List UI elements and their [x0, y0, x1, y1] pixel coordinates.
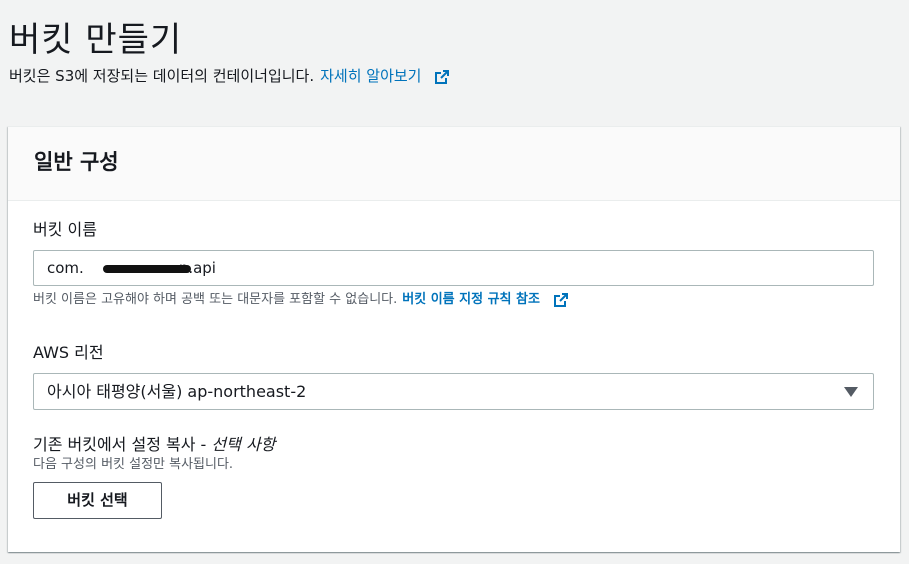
region-label: AWS 리전: [33, 343, 104, 362]
copy-settings-field: 기존 버킷에서 설정 복사 - 선택 사항 다음 구성의 버킷 설정만 복사됩니…: [33, 434, 874, 519]
bucket-naming-rules-link[interactable]: 버킷 이름 지정 규칙 참조: [402, 291, 568, 309]
region-select[interactable]: 아시아 태평양(서울) ap-northeast-2: [33, 373, 874, 410]
external-link-icon: [434, 69, 450, 85]
optional-tag: 선택 사항: [211, 435, 276, 454]
copy-settings-hint: 다음 구성의 버킷 설정만 복사됩니다.: [33, 457, 234, 472]
bucket-naming-rules-label: 버킷 이름 지정 규칙 참조: [402, 292, 540, 307]
page-header: 버킷 만들기 버킷은 S3에 저장되는 데이터의 컨테이너입니다. 자세히 알아…: [9, 18, 450, 86]
bucket-name-input[interactable]: com. n.api: [33, 250, 874, 286]
dropdown-caret-icon: [844, 387, 858, 397]
bucket-name-label: 버킷 이름: [33, 220, 97, 239]
bucket-name-hint-text: 버킷 이름은 고유해야 하며 공백 또는 대문자를 포함할 수 없습니다.: [33, 292, 398, 307]
learn-more-link[interactable]: 자세히 알아보기: [320, 65, 450, 86]
copy-settings-label: 기존 버킷에서 설정 복사 - 선택 사항: [33, 434, 874, 456]
panel-title: 일반 구성: [34, 150, 119, 174]
choose-bucket-button[interactable]: 버킷 선택: [33, 482, 162, 519]
bucket-name-field: 버킷 이름 com. n.api 버킷 이름은 고유해야 하며 공백 또는 대문자…: [33, 219, 874, 309]
bucket-name-hint: 버킷 이름은 고유해야 하며 공백 또는 대문자를 포함할 수 없습니다. 버킷…: [33, 291, 874, 309]
general-configuration-panel: 일반 구성 버킷 이름 com. n.api 버킷 이름은 고유해야 하며 공백 …: [8, 126, 900, 552]
page-description-text: 버킷은 S3에 저장되는 데이터의 컨테이너입니다.: [9, 67, 315, 85]
external-link-icon: [553, 292, 569, 308]
page-title: 버킷 만들기: [9, 20, 183, 60]
bucket-name-prefix: com.: [47, 259, 84, 277]
region-selected-value: 아시아 태평양(서울) ap-northeast-2: [47, 382, 307, 401]
redaction-mark: [103, 265, 191, 273]
learn-more-label: 자세히 알아보기: [320, 67, 422, 85]
page-description: 버킷은 S3에 저장되는 데이터의 컨테이너입니다. 자세히 알아보기: [9, 65, 450, 86]
copy-settings-label-text: 기존 버킷에서 설정 복사 -: [33, 435, 207, 454]
region-field: AWS 리전 아시아 태평양(서울) ap-northeast-2: [33, 342, 874, 410]
panel-header: 일반 구성: [8, 127, 900, 201]
